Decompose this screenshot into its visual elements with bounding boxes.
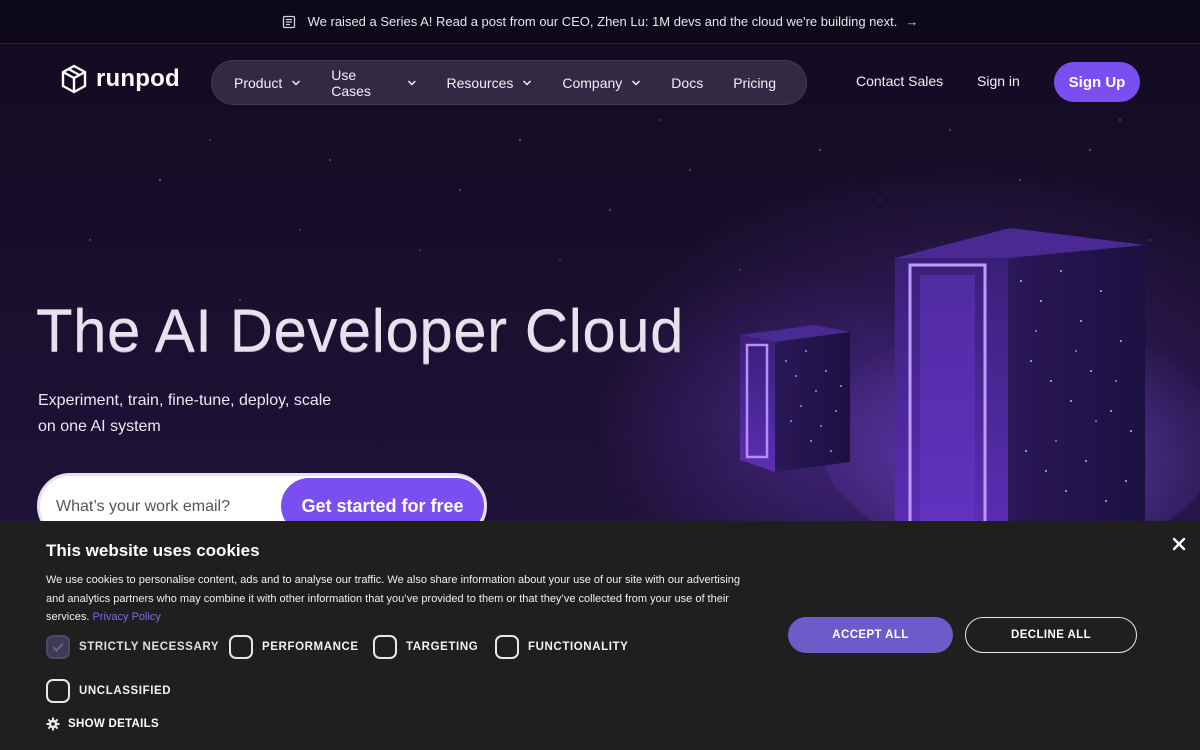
cookie-banner-text: We use cookies to personalise content, a…: [46, 571, 756, 627]
hero-subtitle-line-1: Experiment, train, fine-tune, deploy, sc…: [38, 392, 332, 409]
nav-item-label: Pricing: [733, 74, 776, 91]
nav-item-label: Company: [562, 74, 623, 91]
sign-in-link[interactable]: Sign in: [977, 73, 1020, 89]
gear-icon: [46, 717, 60, 731]
show-details-toggle[interactable]: SHOW DETAILS: [46, 717, 159, 731]
nav-item-label: Docs: [671, 74, 704, 91]
sign-up-button[interactable]: Sign Up: [1054, 62, 1140, 102]
hero-title: The AI Developer Cloud: [36, 297, 685, 364]
performance-checkbox[interactable]: [229, 635, 253, 659]
checkbox-label: TARGETING: [406, 641, 479, 653]
close-icon[interactable]: [1168, 533, 1190, 555]
main-nav: Product Use Cases Resources Company Docs…: [211, 60, 807, 105]
nav-item-docs[interactable]: Docs: [671, 75, 703, 91]
logo-text: runpod: [96, 65, 180, 92]
announcement-text[interactable]: We raised a Series A! Read a post from o…: [308, 14, 898, 29]
logo[interactable]: runpod: [60, 64, 180, 94]
cookie-banner: This website uses cookies We use cookies…: [0, 521, 1200, 750]
cookie-banner-title: This website uses cookies: [46, 541, 260, 560]
cookie-category-performance: PERFORMANCE: [229, 635, 359, 659]
cookie-category-strictly-necessary: STRICTLY NECESSARY: [46, 635, 219, 659]
checkbox-label: UNCLASSIFIED: [79, 685, 172, 697]
chevron-down-icon: [523, 79, 532, 86]
chevron-down-icon: [292, 79, 301, 86]
nav-item-pricing[interactable]: Pricing: [733, 75, 776, 91]
nav-item-label: Product: [234, 74, 283, 91]
nav-item-resources[interactable]: Resources: [446, 75, 532, 91]
hero-subtitle: Experiment, train, fine-tune, deploy, sc…: [38, 388, 378, 440]
nav-item-label: Resources: [446, 74, 514, 91]
arrow-right-icon: →: [905, 14, 919, 29]
nav-item-label: Use Cases: [331, 66, 371, 99]
accept-all-button[interactable]: ACCEPT ALL: [788, 617, 953, 653]
functionality-checkbox[interactable]: [495, 635, 519, 659]
hero-subtitle-line-2: on one AI system: [38, 418, 161, 435]
newspaper-icon: [282, 15, 295, 28]
announcement-bar[interactable]: We raised a Series A! Read a post from o…: [0, 0, 1200, 44]
cookie-category-targeting: TARGETING: [373, 635, 478, 659]
privacy-policy-link[interactable]: Privacy Policy: [92, 611, 160, 623]
nav-item-company[interactable]: Company: [562, 75, 641, 91]
chevron-down-icon: [407, 80, 416, 85]
checkbox-label: PERFORMANCE: [262, 641, 359, 653]
checkbox-label: FUNCTIONALITY: [528, 641, 629, 653]
cube-logo-icon: [61, 64, 87, 94]
cookie-category-unclassified: UNCLASSIFIED: [46, 679, 171, 703]
show-details-label: SHOW DETAILS: [68, 718, 159, 730]
unclassified-checkbox[interactable]: [46, 679, 70, 703]
gpu-server-illustration: [740, 228, 1200, 530]
cookie-category-functionality: FUNCTIONALITY: [495, 635, 628, 659]
work-email-input[interactable]: [56, 490, 276, 524]
strictly-necessary-checkbox[interactable]: [46, 635, 70, 659]
nav-item-product[interactable]: Product: [234, 75, 301, 91]
contact-sales-link[interactable]: Contact Sales: [856, 73, 943, 89]
checkbox-label: STRICTLY NECESSARY: [79, 641, 220, 653]
check-icon: [52, 642, 64, 652]
decline-all-button[interactable]: DECLINE ALL: [965, 617, 1137, 653]
targeting-checkbox[interactable]: [373, 635, 397, 659]
chevron-down-icon: [632, 79, 641, 86]
nav-item-use-cases[interactable]: Use Cases: [331, 67, 416, 99]
